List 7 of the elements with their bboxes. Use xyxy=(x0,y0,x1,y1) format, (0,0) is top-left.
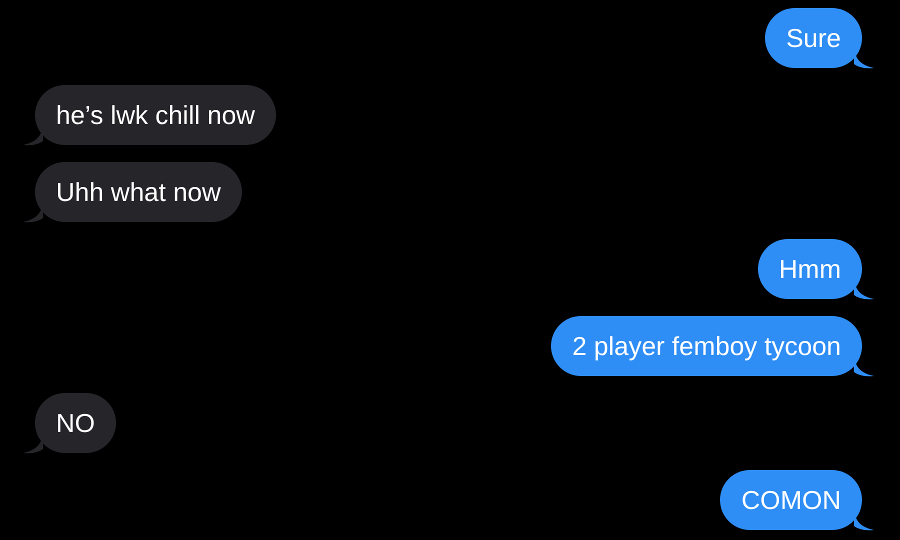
message-bubble: he’s lwk chill now xyxy=(35,85,276,145)
message-bubble: Uhh what now xyxy=(35,162,242,222)
message-bubble: COMON xyxy=(720,470,862,530)
message-bubble: Hmm xyxy=(758,239,862,299)
message-bubble: 2 player femboy tycoon xyxy=(551,316,862,376)
message-bubble: Sure xyxy=(765,8,862,68)
message-bubble: NO xyxy=(35,393,116,453)
